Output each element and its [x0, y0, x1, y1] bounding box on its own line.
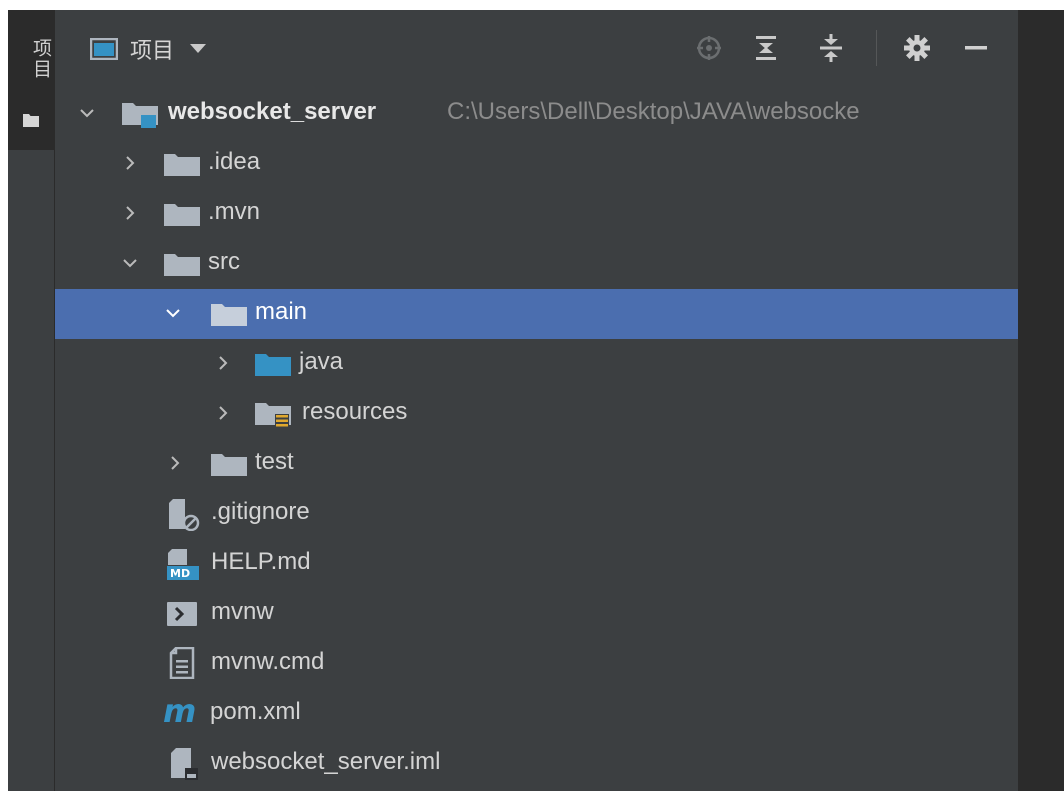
- tree-item-label: test: [255, 448, 294, 475]
- folder-icon: [211, 454, 247, 476]
- tree-item-label: pom.xml: [210, 698, 301, 725]
- editor-area: [1018, 10, 1064, 791]
- project-panel-header: 项目: [55, 10, 1018, 87]
- chevron-right-icon[interactable]: [215, 355, 231, 371]
- tree-item-label: mvnw: [211, 598, 274, 625]
- view-selector[interactable]: 项目: [90, 31, 207, 67]
- left-edge: [0, 10, 8, 791]
- tree-item-label: .mvn: [208, 198, 261, 225]
- tree-item-gitignore[interactable]: .gitignore: [55, 489, 1018, 539]
- tree-item-main[interactable]: main: [55, 289, 1018, 339]
- chevron-down-icon: [190, 44, 207, 53]
- tree-item-mvnw[interactable]: mvnw: [55, 589, 1018, 639]
- tree-item-mvn[interactable]: .mvn: [55, 189, 1018, 239]
- root-path: C:\Users\Dell\Desktop\JAVA\websocke: [447, 98, 860, 125]
- tree-item-label: src: [208, 248, 240, 275]
- tree-item-test[interactable]: test: [55, 439, 1018, 489]
- tree-item-label: resources: [302, 398, 408, 425]
- svg-text:MD: MD: [170, 567, 190, 580]
- tree-item-label: websocket_server.iml: [211, 748, 441, 775]
- tree-item-iml[interactable]: websocket_server.iml: [55, 739, 1018, 789]
- chevron-right-icon[interactable]: [122, 155, 138, 171]
- source-folder-icon: [255, 354, 291, 376]
- top-strip: [0, 0, 1064, 10]
- collapse-all-icon[interactable]: [819, 34, 843, 62]
- window-icon: [90, 38, 118, 60]
- project-tool-tab-label: 项目: [30, 38, 51, 80]
- text-file-icon: [169, 647, 195, 679]
- maven-icon: m: [163, 692, 197, 730]
- tree-root-row[interactable]: websocket_server C:\Users\Dell\Desktop\J…: [55, 89, 1018, 139]
- tree-item-pom-xml[interactable]: m pom.xml: [55, 689, 1018, 739]
- folder-icon: [164, 204, 200, 226]
- folder-icon: [164, 154, 200, 176]
- root-name: websocket_server: [168, 98, 377, 125]
- resources-folder-icon: [255, 403, 291, 428]
- module-folder-icon: [122, 103, 158, 128]
- chevron-right-icon[interactable]: [122, 205, 138, 221]
- tree-item-idea[interactable]: .idea: [55, 139, 1018, 189]
- tree-item-mvnw-cmd[interactable]: mvnw.cmd: [55, 639, 1018, 689]
- tree-item-label: mvnw.cmd: [211, 648, 325, 675]
- chevron-right-icon[interactable]: [215, 405, 231, 421]
- folder-icon: [23, 114, 39, 127]
- folder-icon: [164, 254, 200, 276]
- tree-item-label: main: [255, 298, 308, 325]
- toolbar-separator: [876, 30, 877, 66]
- minimize-icon[interactable]: [964, 34, 988, 62]
- shell-script-icon: [167, 602, 197, 626]
- project-panel: 项目 websocket_server C:\Users\Dell\Deskto…: [55, 10, 1018, 791]
- tree-item-label: java: [299, 348, 344, 375]
- project-tool-tab[interactable]: 项目: [8, 10, 54, 150]
- locate-icon[interactable]: [695, 34, 723, 62]
- tree-item-java[interactable]: java: [55, 339, 1018, 389]
- tree-item-label: .idea: [208, 148, 261, 175]
- gear-icon[interactable]: [903, 34, 931, 62]
- panel-title: 项目: [130, 38, 175, 63]
- expand-all-icon[interactable]: [754, 34, 778, 62]
- tree-item-help-md[interactable]: MD HELP.md: [55, 539, 1018, 589]
- chevron-down-icon[interactable]: [79, 105, 95, 121]
- tree-item-resources[interactable]: resources: [55, 389, 1018, 439]
- tree-item-label: .gitignore: [211, 498, 310, 525]
- folder-icon: [211, 304, 247, 326]
- module-file-icon: [171, 748, 198, 780]
- chevron-down-icon[interactable]: [165, 305, 181, 321]
- chevron-right-icon[interactable]: [167, 455, 183, 471]
- chevron-down-icon[interactable]: [122, 255, 138, 271]
- ignore-file-icon: [169, 499, 200, 531]
- tree-item-label: HELP.md: [211, 548, 311, 575]
- markdown-file-icon: MD: [167, 549, 199, 580]
- tree-item-src[interactable]: src: [55, 239, 1018, 289]
